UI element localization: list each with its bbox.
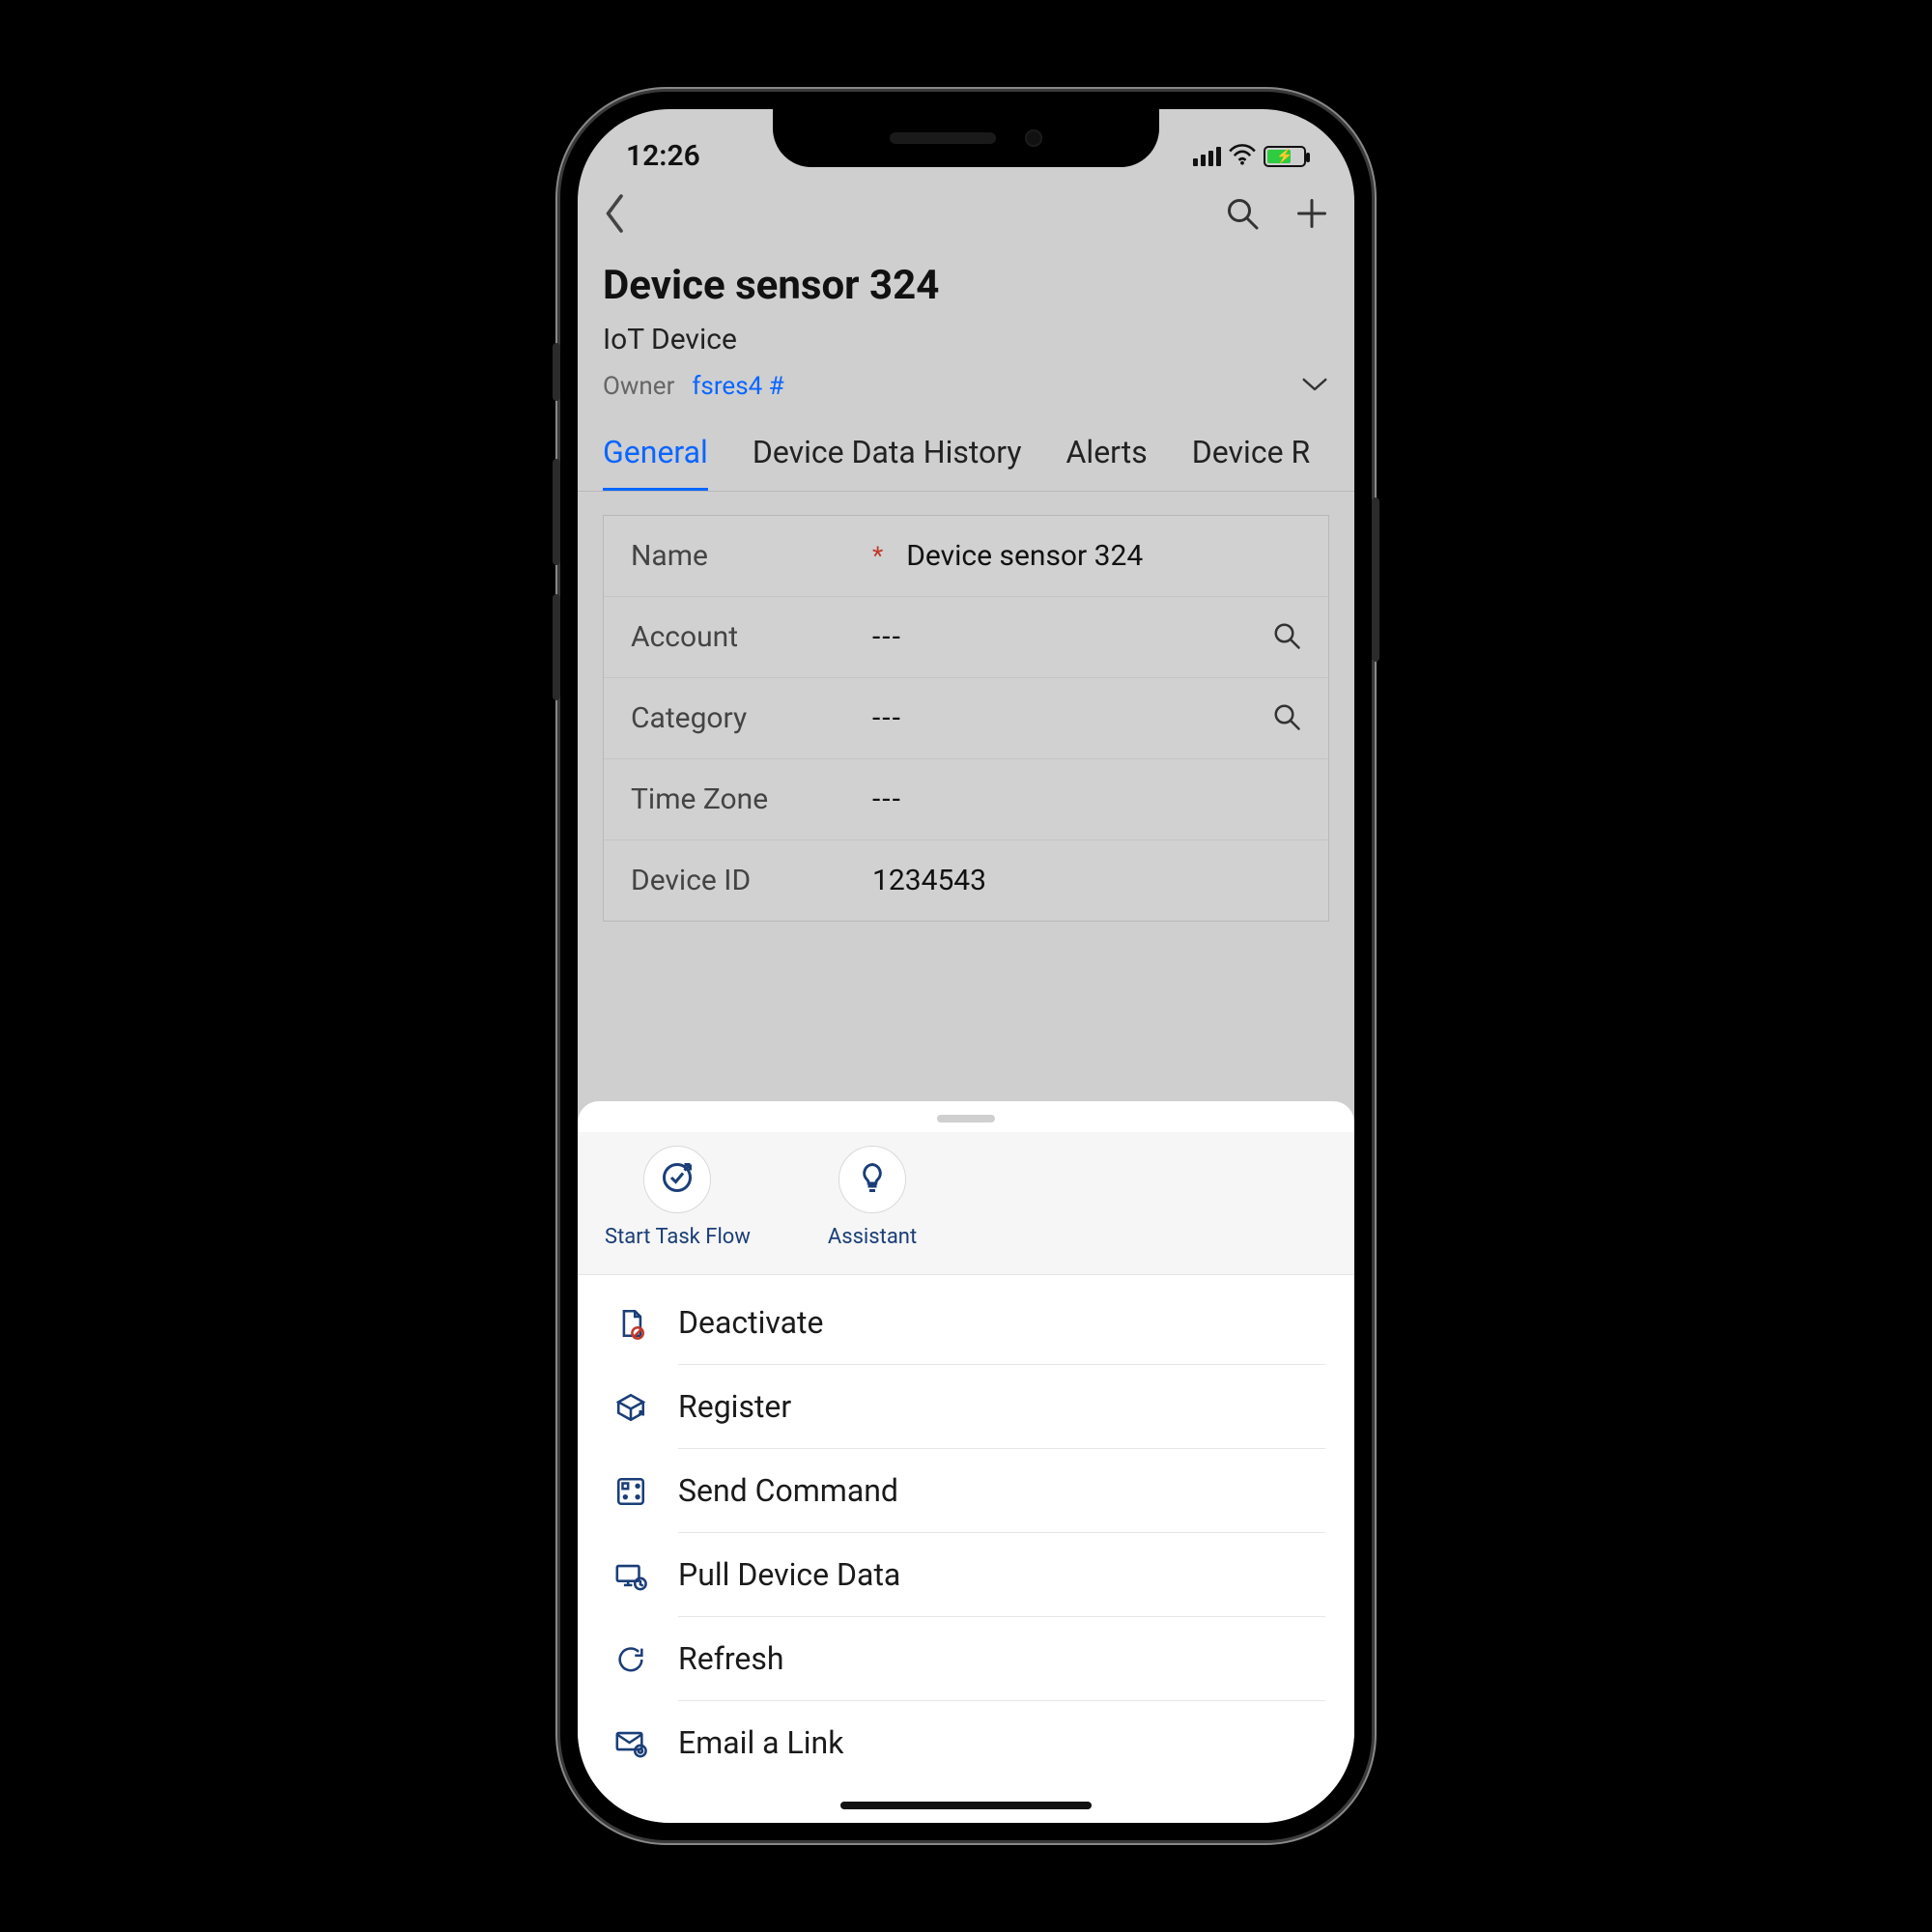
field-value: Device sensor 324 [906,539,1301,573]
refresh-icon [607,1643,655,1676]
action-pull-device-data[interactable]: Pull Device Data [578,1533,1354,1617]
task-flow-icon [660,1160,695,1199]
field-name[interactable]: Name * Device sensor 324 [604,516,1328,597]
field-value: --- [872,782,1301,816]
page-header: Device sensor 324 IoT Device Owner fsres… [578,254,1354,414]
field-label: Time Zone [631,782,872,816]
wifi-icon [1229,139,1256,173]
chip-label: Start Task Flow [605,1225,751,1249]
field-device-id[interactable]: Device ID 1234543 [604,840,1328,921]
back-button[interactable] [603,193,628,238]
field-account[interactable]: Account --- [604,597,1328,678]
action-deactivate[interactable]: Deactivate [578,1281,1354,1365]
status-time: 12:26 [626,139,700,173]
page-title: Device sensor 324 [603,262,1329,309]
owner-link[interactable]: fsres4 # [692,372,783,401]
tab-alerts[interactable]: Alerts [1066,434,1148,491]
assistant-button[interactable]: Assistant [828,1146,917,1249]
sheet-shortcuts: Start Task Flow Assistant [578,1132,1354,1275]
volume-up-button [553,459,560,565]
field-label: Device ID [631,864,872,897]
cellular-icon [1193,147,1221,166]
search-icon[interactable] [1225,196,1260,235]
home-indicator[interactable] [840,1802,1092,1809]
page-subtitle: IoT Device [603,323,1329,356]
field-time-zone[interactable]: Time Zone --- [604,759,1328,840]
action-register[interactable]: Register [578,1365,1354,1449]
action-label: Email a Link [678,1701,1325,1784]
deactivate-icon [607,1307,655,1340]
action-send-command[interactable]: Send Command [578,1449,1354,1533]
form-card: Name * Device sensor 324 Account --- Cat… [603,515,1329,922]
add-icon[interactable] [1294,196,1329,235]
action-label: Refresh [678,1617,1325,1701]
mute-switch [553,343,560,401]
lookup-icon[interactable] [1272,621,1301,654]
tab-device-data-history[interactable]: Device Data History [753,434,1022,491]
action-label: Register [678,1365,1325,1449]
action-refresh[interactable]: Refresh [578,1617,1354,1701]
field-value: 1234543 [872,864,1301,897]
lightbulb-icon [855,1160,890,1199]
register-icon [607,1391,655,1424]
phone-notch [773,109,1159,167]
pull-data-icon [607,1559,655,1592]
expand-header-icon[interactable] [1300,375,1329,398]
tab-device-r[interactable]: Device R [1192,434,1310,491]
owner-label: Owner [603,372,674,401]
action-label: Deactivate [678,1281,1325,1365]
sheet-handle[interactable] [937,1115,995,1122]
action-sheet: Start Task Flow Assistant [578,1101,1354,1823]
power-button [1372,497,1379,662]
phone-frame: 12:26 ⚡ [560,92,1372,1840]
action-email-link[interactable]: Email a Link [578,1701,1354,1784]
battery-icon: ⚡ [1264,146,1306,167]
navbar [578,177,1354,254]
tab-general[interactable]: General [603,434,708,492]
phone-screen-frame: 12:26 ⚡ [578,109,1354,1823]
field-label: Category [631,701,872,735]
volume-down-button [553,594,560,700]
start-task-flow-button[interactable]: Start Task Flow [605,1146,751,1249]
lookup-icon[interactable] [1272,702,1301,735]
required-asterisk: * [872,542,883,571]
action-label: Pull Device Data [678,1533,1325,1617]
sheet-action-list: Deactivate Register Send Command [578,1275,1354,1823]
action-label: Send Command [678,1449,1325,1533]
field-value: --- [872,620,1272,654]
field-value: --- [872,701,1272,735]
tabs: General Device Data History Alerts Devic… [578,414,1354,492]
chip-label: Assistant [828,1225,917,1249]
field-category[interactable]: Category --- [604,678,1328,759]
app-screen: 12:26 ⚡ [578,109,1354,1823]
field-label: Account [631,620,872,654]
field-label: Name [631,539,872,573]
send-command-icon [607,1475,655,1508]
email-link-icon [607,1726,655,1759]
